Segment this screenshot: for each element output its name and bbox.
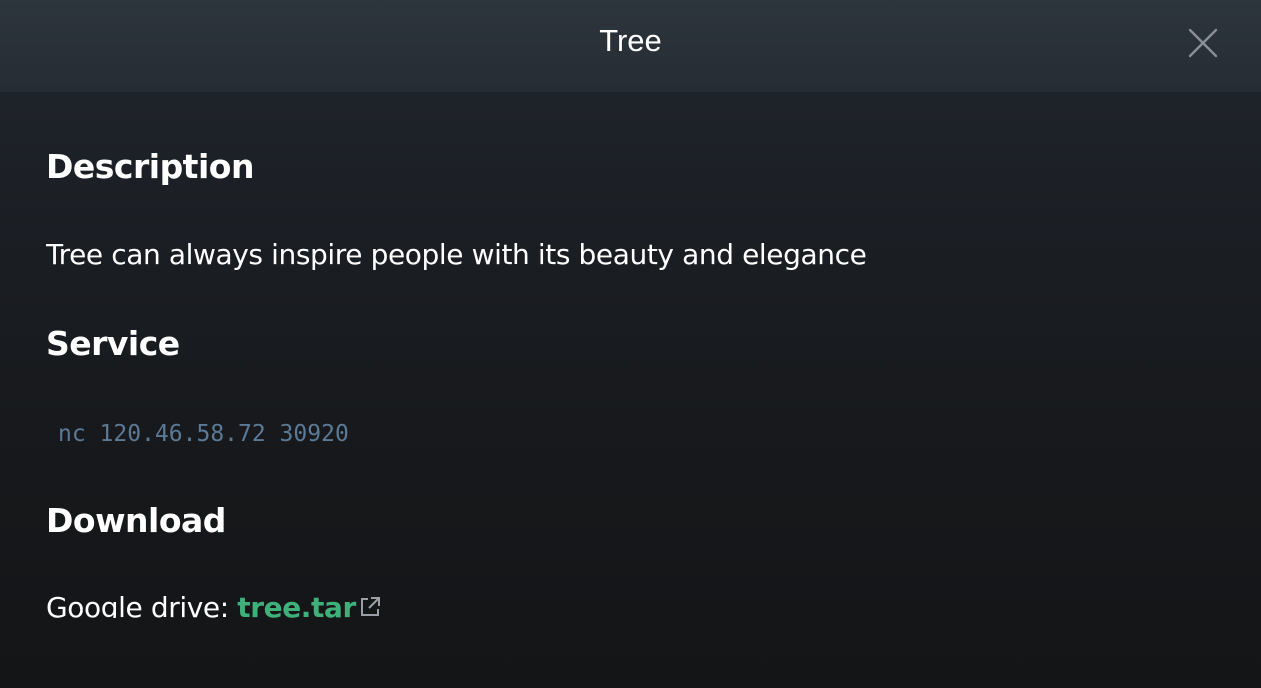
external-link-icon bbox=[358, 592, 382, 618]
description-heading: Description bbox=[46, 147, 254, 186]
download-heading: Download bbox=[46, 501, 226, 540]
service-command: nc 120.46.58.72 30920 bbox=[58, 421, 349, 447]
challenge-modal: Tree Description Tree can always inspire… bbox=[0, 0, 1261, 688]
description-text: Tree can always inspire people with its … bbox=[46, 238, 867, 271]
modal-body: Description Tree can always inspire peop… bbox=[46, 0, 1226, 618]
download-link-text: tree.tar bbox=[237, 591, 356, 618]
service-heading: Service bbox=[46, 324, 180, 363]
download-line: Google drive: tree.tar bbox=[46, 590, 382, 618]
download-label: Google drive: bbox=[46, 591, 238, 618]
download-link[interactable]: tree.tar bbox=[237, 591, 382, 618]
